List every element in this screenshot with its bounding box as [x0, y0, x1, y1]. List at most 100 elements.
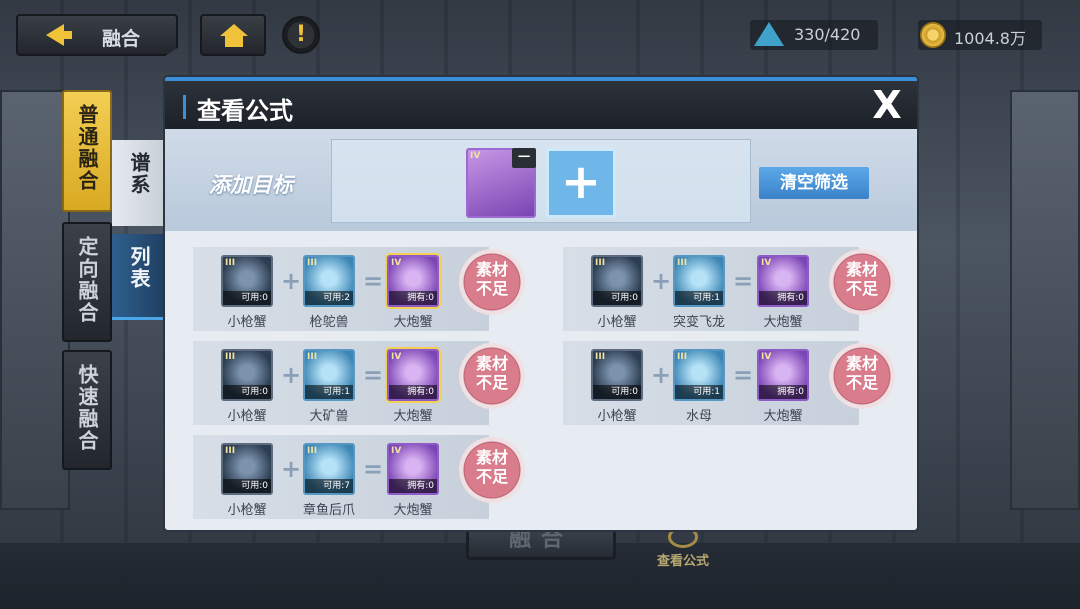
tab-normal-fusion-label: 普通融合	[75, 104, 99, 192]
material-card-b[interactable]: III 可用:1	[673, 349, 725, 401]
plus-sign: +	[281, 455, 302, 483]
formula-row[interactable]: III 可用:0 小枪蟹 III 可用:1 水母 IV 拥有:0 大炮蟹 + = 素材 不足	[563, 341, 895, 425]
result-card[interactable]: IV 拥有:0	[757, 255, 809, 307]
remove-target-button[interactable]: −	[512, 148, 536, 168]
formula-row[interactable]: III 可用:0 小枪蟹 III 可用:1 突变飞龙 IV 拥有:0 大炮蟹 + = 素材 不足	[563, 247, 895, 331]
equals-sign: =	[363, 267, 384, 295]
card-rank: IV	[761, 352, 772, 362]
card-rank: III	[225, 446, 236, 456]
tab-directed-fusion-label: 定向融合	[75, 236, 99, 324]
insufficient-materials-badge: 素材 不足	[829, 343, 895, 409]
card-name: 大炮蟹	[393, 315, 433, 330]
equals-sign: =	[733, 361, 754, 389]
card-count: 可用:0	[223, 291, 271, 305]
card-name: 大炮蟹	[393, 409, 433, 424]
clear-filter-button[interactable]: 清空筛选	[759, 167, 869, 199]
card-rank: IV	[470, 151, 481, 161]
card-rank: IV	[391, 446, 402, 456]
formula-row[interactable]: III 可用:0 小枪蟹 III 可用:7 章鱼后爪 IV 拥有:0 大炮蟹 + = 素材 不足	[193, 435, 525, 519]
card-rank: III	[225, 258, 236, 268]
background-view-formula: 查看公式	[648, 526, 718, 569]
formula-row[interactable]: III 可用:0 小枪蟹 III 可用:1 大矿兽 IV 拥有:0 大炮蟹 + = 素材 不足	[193, 341, 525, 425]
card-count: 拥有:0	[389, 291, 437, 305]
card-name: 小枪蟹	[227, 315, 267, 330]
energy-triangle-icon	[754, 22, 784, 46]
plus-sign: +	[281, 267, 302, 295]
close-button[interactable]: X	[867, 85, 907, 125]
badge-line-1: 素材	[475, 354, 508, 373]
card-rank: III	[677, 258, 688, 268]
card-rank: III	[225, 352, 236, 362]
card-rank: IV	[761, 258, 772, 268]
material-card-a[interactable]: III 可用:0	[221, 443, 273, 495]
header-accent-bar	[183, 95, 186, 119]
equals-sign: =	[363, 361, 384, 389]
badge-line-1: 素材	[475, 448, 508, 467]
card-count: 可用:0	[223, 385, 271, 399]
add-target-label: 添加目标	[209, 173, 293, 197]
background-wall-panel-left	[0, 90, 70, 510]
insufficient-materials-badge: 素材 不足	[459, 343, 525, 409]
card-name: 大炮蟹	[763, 315, 803, 330]
card-count: 可用:1	[675, 291, 723, 305]
result-card[interactable]: IV 拥有:0	[387, 443, 439, 495]
card-name: 章鱼后爪	[302, 503, 355, 518]
target-card-big-cannon-crab[interactable]: IV −	[466, 148, 536, 218]
card-rank: IV	[391, 352, 402, 362]
card-rank: III	[307, 258, 318, 268]
plus-sign: +	[651, 267, 672, 295]
plus-sign: +	[281, 361, 302, 389]
subtab-list[interactable]: 列表	[112, 234, 166, 320]
equals-sign: =	[733, 267, 754, 295]
insufficient-materials-badge: 素材 不足	[829, 249, 895, 315]
card-name: 突变飞龙	[672, 315, 725, 330]
subtab-genealogy[interactable]: 谱系	[112, 140, 166, 226]
insufficient-materials-badge: 素材 不足	[459, 249, 525, 315]
home-button[interactable]	[200, 14, 266, 56]
card-count: 拥有:0	[759, 385, 807, 399]
card-rank: III	[307, 352, 318, 362]
info-alert-button[interactable]: !	[282, 16, 320, 54]
card-count: 可用:0	[593, 385, 641, 399]
insufficient-materials-badge: 素材 不足	[459, 437, 525, 503]
material-card-b[interactable]: III 可用:7	[303, 443, 355, 495]
material-card-b[interactable]: III 可用:1	[303, 349, 355, 401]
card-rank: III	[677, 352, 688, 362]
card-rank: III	[307, 446, 318, 456]
card-count: 可用:7	[305, 479, 353, 493]
result-card[interactable]: IV 拥有:0	[387, 255, 439, 307]
back-button[interactable]: 融合	[16, 14, 178, 56]
card-name: 大炮蟹	[393, 503, 433, 518]
card-name: 小枪蟹	[227, 409, 267, 424]
material-card-a[interactable]: III 可用:0	[591, 349, 643, 401]
material-card-a[interactable]: III 可用:0	[221, 349, 273, 401]
formula-row[interactable]: III 可用:0 小枪蟹 III 可用:2 枪鸵兽 IV 拥有:0 大炮蟹 + = 素材 不足	[193, 247, 525, 331]
dialog-header: 查看公式 X	[165, 77, 917, 129]
tab-directed-fusion[interactable]: 定向融合	[62, 222, 112, 342]
badge-line-2: 不足	[475, 373, 508, 392]
card-rank: IV	[391, 258, 402, 268]
gold-counter: 1004.8万	[918, 20, 1042, 50]
card-count: 可用:1	[305, 385, 353, 399]
result-card[interactable]: IV 拥有:0	[757, 349, 809, 401]
material-card-b[interactable]: III 可用:2	[303, 255, 355, 307]
tab-normal-fusion[interactable]: 普通融合	[62, 90, 112, 212]
background-formula-label: 查看公式	[656, 554, 709, 569]
card-count: 拥有:0	[759, 291, 807, 305]
card-count: 可用:2	[305, 291, 353, 305]
badge-line-2: 不足	[475, 467, 508, 486]
tab-quick-fusion[interactable]: 快速融合	[62, 350, 112, 470]
add-target-slot[interactable]: +	[546, 148, 616, 218]
subtab-list-label: 列表	[127, 246, 151, 290]
material-card-a[interactable]: III 可用:0	[221, 255, 273, 307]
result-card[interactable]: IV 拥有:0	[387, 349, 439, 401]
target-slots: IV − +	[331, 139, 751, 223]
material-card-b[interactable]: III 可用:1	[673, 255, 725, 307]
card-name: 小枪蟹	[597, 409, 637, 424]
badge-line-1: 素材	[845, 260, 878, 279]
material-card-a[interactable]: III 可用:0	[591, 255, 643, 307]
card-name: 小枪蟹	[597, 315, 637, 330]
badge-line-2: 不足	[845, 279, 878, 298]
card-count: 拥有:0	[389, 385, 437, 399]
energy-counter: 330/420	[750, 20, 878, 50]
